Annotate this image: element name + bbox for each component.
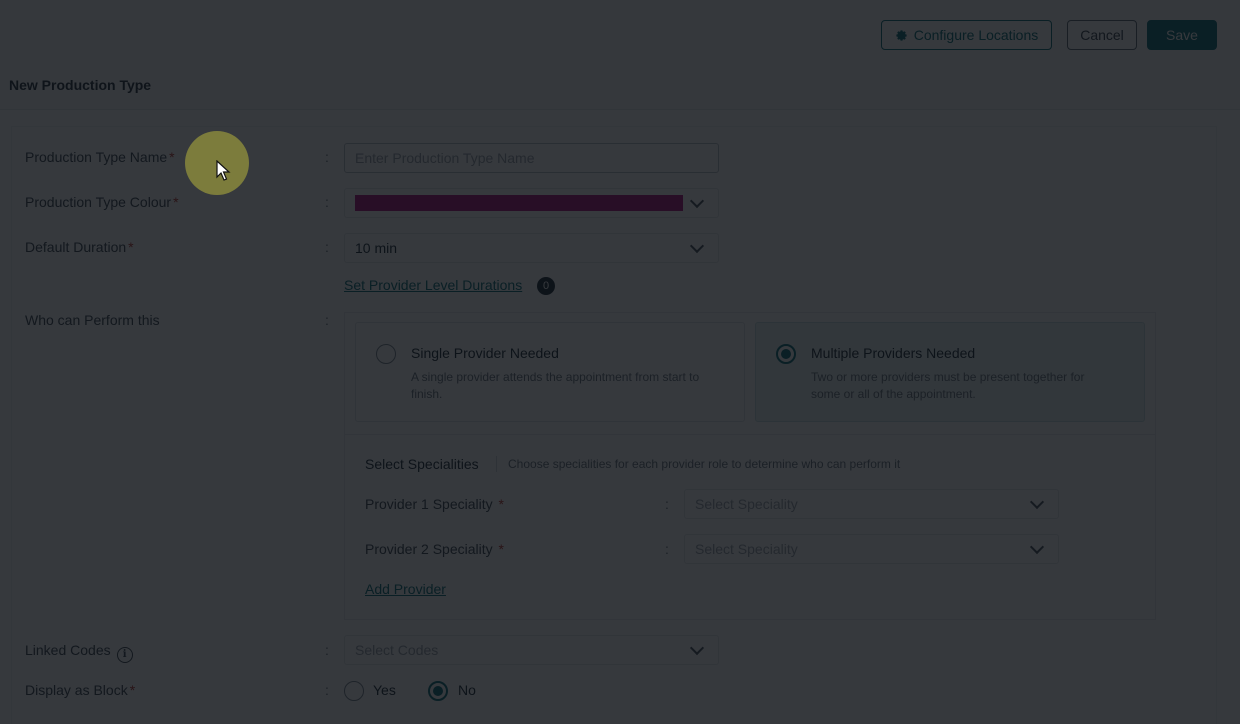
chevron-down-icon [689, 238, 705, 253]
configure-locations-label: Configure Locations [913, 27, 1039, 43]
linked-codes-placeholder: Select Codes [355, 642, 439, 658]
info-icon[interactable]: i [116, 646, 133, 663]
set-provider-durations-link[interactable]: Set Provider Level Durations [344, 277, 522, 293]
provider-2-placeholder: Select Speciality [695, 541, 798, 557]
chevron-down-icon [1029, 494, 1045, 509]
required-mark: * [498, 541, 504, 557]
colon: : [325, 149, 329, 165]
colon: : [325, 194, 329, 210]
display-block-no-label: No [458, 682, 476, 698]
provider-1-speciality-select[interactable]: Select Speciality [684, 489, 1059, 519]
top-bar: Configure Locations Cancel Save New Prod… [0, 0, 1240, 110]
duration-value: 10 min [355, 240, 398, 256]
gear-icon [896, 29, 907, 41]
divider [496, 456, 497, 472]
colour-swatch [355, 195, 683, 211]
multiple-providers-option[interactable]: Multiple Providers Needed Two or more pr… [755, 322, 1145, 422]
colon: : [325, 682, 329, 698]
display-block-yes-label: Yes [373, 682, 396, 698]
duration-label: Default Duration * [25, 239, 134, 255]
required-mark: * [169, 149, 175, 165]
name-placeholder: Enter Production Type Name [355, 150, 535, 166]
colour-label: Production Type Colour * [25, 194, 179, 210]
colon: : [325, 642, 329, 658]
name-label: Production Type Name * [25, 149, 175, 165]
display-block-label: Display as Block * [25, 682, 136, 698]
colon: : [325, 312, 329, 328]
multiple-providers-desc: Two or more providers must be present to… [811, 370, 1085, 401]
linked-codes-label: Linked Codes i [25, 642, 133, 663]
provider-durations-count-badge: 0 [537, 277, 555, 295]
chevron-down-icon [689, 640, 705, 655]
cursor-icon [216, 160, 231, 181]
single-provider-desc: A single provider attends the appointmen… [411, 370, 700, 401]
chevron-down-icon [1029, 539, 1045, 554]
page-title: New Production Type [9, 77, 152, 93]
save-button[interactable]: Save [1147, 20, 1217, 50]
display-block-yes-radio[interactable] [344, 681, 364, 701]
performer-label: Who can Perform this [25, 312, 160, 328]
specialities-hint: Choose specialities for each provider ro… [508, 457, 901, 471]
multiple-providers-radio[interactable] [776, 344, 796, 364]
provider-2-speciality-select[interactable]: Select Speciality [684, 534, 1059, 564]
configure-locations-button[interactable]: Configure Locations [881, 20, 1052, 50]
single-provider-option[interactable]: Single Provider Needed A single provider… [355, 322, 745, 422]
linked-codes-select[interactable]: Select Codes [344, 635, 719, 665]
provider-1-label: Provider 1 Speciality * [365, 496, 504, 512]
add-provider-link[interactable]: Add Provider [365, 581, 446, 597]
cancel-button[interactable]: Cancel [1067, 20, 1137, 50]
specialities-title: Select Specialities [365, 456, 479, 472]
colon: : [665, 496, 669, 512]
display-block-no-radio[interactable] [428, 681, 448, 701]
required-mark: * [129, 682, 136, 698]
colon: : [665, 541, 669, 557]
provider-1-placeholder: Select Speciality [695, 496, 798, 512]
required-mark: * [128, 239, 134, 255]
colour-picker[interactable] [344, 188, 719, 218]
single-provider-radio[interactable] [376, 344, 396, 364]
colon: : [325, 239, 329, 255]
duration-select[interactable]: 10 min [344, 233, 719, 263]
production-type-name-input[interactable]: Enter Production Type Name [344, 143, 719, 173]
multiple-providers-title: Multiple Providers Needed [811, 345, 976, 361]
required-mark: * [173, 194, 179, 210]
required-mark: * [498, 496, 504, 512]
chevron-down-icon [689, 193, 705, 208]
single-provider-title: Single Provider Needed [411, 345, 559, 361]
provider-2-label: Provider 2 Speciality * [365, 541, 504, 557]
